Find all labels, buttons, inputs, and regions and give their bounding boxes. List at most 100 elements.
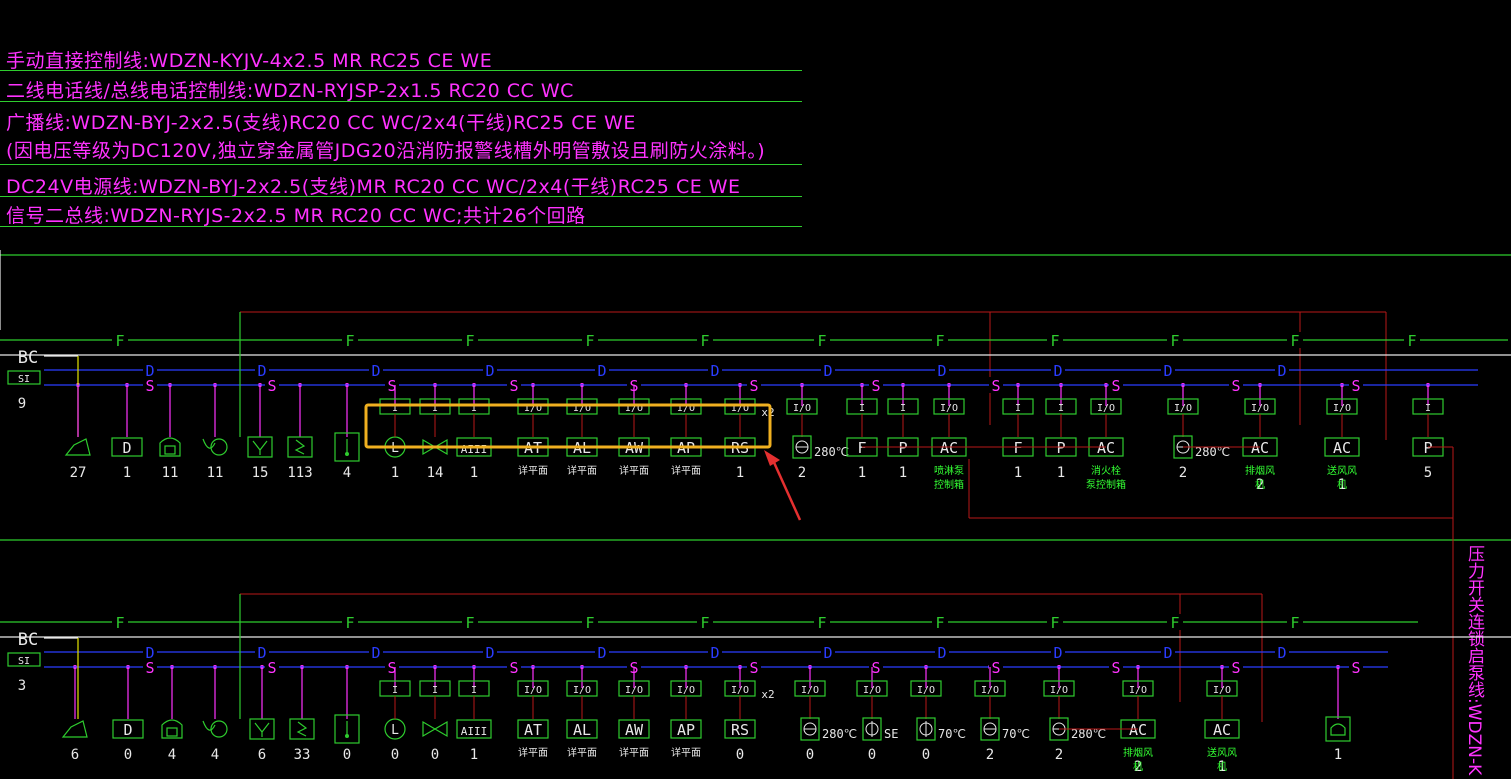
module-label: I/O (625, 685, 643, 696)
phone-icon (161, 719, 183, 739)
device-note: 泵控制箱 (1086, 478, 1126, 491)
signal-bus-letter: S (1111, 377, 1120, 395)
device-count: 0 (868, 747, 876, 763)
highlight-box (364, 403, 772, 449)
device-count: 1 (899, 465, 907, 481)
module-label: I/O (1251, 403, 1269, 414)
fire-bus-letter: F (345, 332, 354, 350)
module-label: I/O (573, 685, 591, 696)
module-label: I/O (981, 685, 999, 696)
device-note: 消火栓 (1091, 464, 1121, 477)
smoke-detector-icon (287, 436, 313, 458)
device-note: 详平面 (567, 464, 597, 477)
si-count: 3 (18, 678, 26, 694)
device-label: AC (1333, 439, 1351, 457)
bell-arc (202, 438, 216, 449)
signal-bus-letter: S (267, 377, 276, 395)
device-count: 33 (294, 747, 311, 763)
module-label: I/O (1213, 685, 1231, 696)
fire-bus-letter: F (935, 614, 944, 632)
signal-bus-letter: S (749, 377, 758, 395)
fire-bus-letter: F (1170, 614, 1179, 632)
fire-bus-letter: F (1050, 614, 1059, 632)
device-note: 机 (1217, 760, 1227, 773)
data-bus-letter: D (371, 362, 380, 380)
device-label: F (1013, 439, 1022, 457)
module-label: I (859, 403, 865, 414)
phone-icon (159, 437, 181, 457)
device-count: 0 (922, 747, 930, 763)
fire-bus-letter: F (585, 332, 594, 350)
pressure-switch-icon (1325, 716, 1351, 742)
x2-label: x2 (761, 406, 774, 419)
module-label: I (432, 685, 438, 696)
phone-keypad (166, 727, 178, 737)
data-bus-letter: D (1277, 362, 1286, 380)
device-label: AT (524, 721, 542, 739)
device-count: 0 (736, 747, 744, 763)
fire-bus-letter: F (115, 614, 124, 632)
annotation-arrowhead (764, 450, 780, 466)
signal-bus-letter: S (509, 659, 518, 677)
device-note: 详平面 (518, 746, 548, 759)
device-count: 15 (252, 465, 269, 481)
damper-temp-label: 70℃ (1002, 727, 1030, 741)
device-note: 详平面 (671, 746, 701, 759)
module-label: I (392, 685, 398, 696)
signal-bus-letter: S (1351, 377, 1360, 395)
fire-bus-letter: F (1050, 332, 1059, 350)
device-count: 2 (1055, 747, 1063, 763)
data-bus-letter: D (597, 644, 606, 662)
device-count: 6 (71, 747, 79, 763)
fire-bus-letter: F (700, 614, 709, 632)
signal-bus-letter: S (1231, 377, 1240, 395)
device-label: P (898, 439, 907, 457)
speaker-icon (64, 438, 91, 456)
device-note: 排烟风 (1245, 464, 1275, 477)
fire-bus-letter: F (817, 614, 826, 632)
device-count: 11 (162, 465, 179, 481)
device-note: 控制箱 (934, 478, 964, 491)
si-label: SI (18, 374, 30, 385)
signal-bus-letter: S (509, 377, 518, 395)
module-label: I/O (731, 685, 749, 696)
device-label: AIII (461, 725, 488, 738)
module-label: I/O (1129, 685, 1147, 696)
alarm-bell-icon (210, 438, 228, 456)
data-bus-letter: D (937, 644, 946, 662)
module-label: I/O (1333, 403, 1351, 414)
device-count: 1 (1057, 465, 1065, 481)
device-count: 1 (1334, 747, 1342, 763)
module-label: I/O (863, 685, 881, 696)
data-bus-letter: D (1163, 644, 1172, 662)
device-count: 4 (211, 747, 219, 763)
si-count: 9 (18, 396, 26, 412)
device-label: AC (940, 439, 958, 457)
module-label: I (471, 685, 477, 696)
bc-label: BC (18, 348, 38, 368)
device-count: 11 (207, 465, 224, 481)
device-label: P (1056, 439, 1065, 457)
fire-bus-letter: F (345, 614, 354, 632)
device-count: 0 (391, 747, 399, 763)
fire-bus-letter: F (935, 332, 944, 350)
module-label: I (1015, 403, 1021, 414)
manual-station-glyph (252, 440, 268, 455)
module-label: I/O (801, 685, 819, 696)
device-count: 0 (431, 747, 439, 763)
module-label: I/O (677, 685, 695, 696)
data-bus-letter: D (597, 362, 606, 380)
device-count: 113 (287, 465, 312, 481)
device-label: AC (1251, 439, 1269, 457)
signal-bus-letter: S (991, 377, 1000, 395)
fire-bus-letter: F (700, 332, 709, 350)
panel-lower (61, 665, 1346, 740)
fire-bus-letter: F (115, 332, 124, 350)
signal-bus-letter: S (871, 659, 880, 677)
module-label: I (900, 403, 906, 414)
module-label: I (1425, 403, 1431, 414)
device-count: 2 (1179, 465, 1187, 481)
data-bus-letter: D (1163, 362, 1172, 380)
device-label: AP (677, 721, 695, 739)
data-bus-letter: D (710, 644, 719, 662)
